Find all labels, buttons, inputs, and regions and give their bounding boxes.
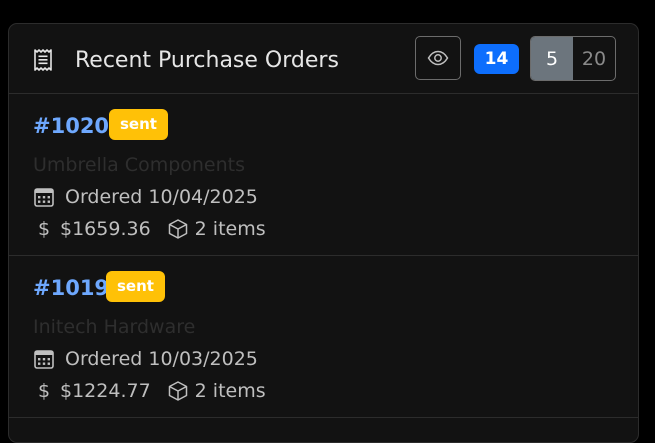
calendar-icon xyxy=(34,350,54,369)
supplier-name: Umbrella Components xyxy=(33,154,246,176)
purchase-orders-card: Recent Purchase Orders 14 5 20 #1020 sen… xyxy=(8,23,639,443)
page-size-option-5[interactable]: 5 xyxy=(531,37,573,80)
order-meta-row: $ $1659.36 2 items xyxy=(33,216,266,242)
box-icon xyxy=(168,219,187,239)
order-id-link[interactable]: #1020 xyxy=(33,112,109,140)
order-meta-row: $ $1224.77 2 items xyxy=(33,378,266,404)
page-size-selector: 5 20 xyxy=(530,36,616,81)
box-icon xyxy=(168,381,187,401)
order-date: Ordered 10/03/2025 xyxy=(65,348,258,370)
order-count-badge: 14 xyxy=(474,44,519,74)
order-item-count: 2 items xyxy=(194,218,266,240)
eye-icon xyxy=(427,50,449,66)
calendar-icon xyxy=(34,188,54,207)
dollar-icon: $ xyxy=(37,380,51,402)
status-badge: sent xyxy=(106,271,165,302)
toggle-view-button[interactable] xyxy=(415,36,461,80)
order-total: $1659.36 xyxy=(60,218,151,240)
order-id-link[interactable]: #1019 xyxy=(33,274,109,302)
page-title: Recent Purchase Orders xyxy=(75,48,339,73)
status-badge: sent xyxy=(109,109,168,140)
receipt-icon xyxy=(34,49,52,71)
order-item-count: 2 items xyxy=(194,380,266,402)
order-item: #1019 sent Initech Hardware Ordered 10/0… xyxy=(9,256,638,418)
card-header: Recent Purchase Orders 14 5 20 xyxy=(9,24,638,94)
supplier-name: Initech Hardware xyxy=(33,316,196,338)
order-date-row: Ordered 10/03/2025 xyxy=(33,346,258,372)
order-date: Ordered 10/04/2025 xyxy=(65,186,258,208)
page-size-option-20[interactable]: 20 xyxy=(573,37,615,80)
order-total: $1224.77 xyxy=(60,380,151,402)
order-date-row: Ordered 10/04/2025 xyxy=(33,184,258,210)
order-item: #1020 sent Umbrella Components Ordered 1… xyxy=(9,94,638,256)
dollar-icon: $ xyxy=(37,218,51,240)
